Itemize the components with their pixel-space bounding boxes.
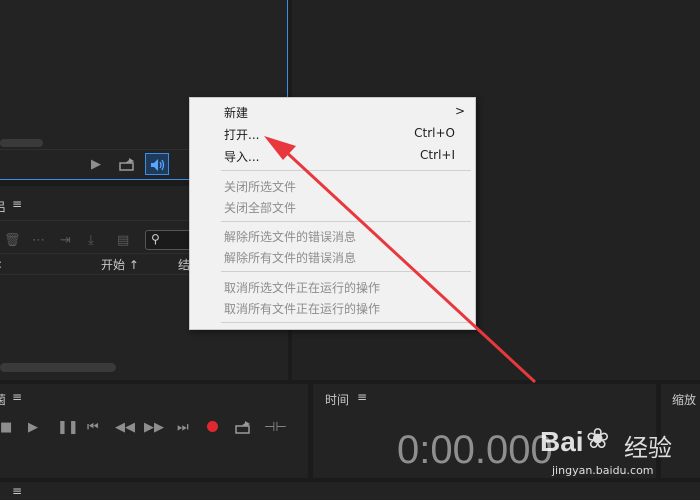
menu-item-dismiss-selected-errors[interactable]: 解除所选文件的错误消息 — [224, 228, 356, 245]
server-icon[interactable]: ▤ — [117, 234, 129, 247]
bottom-menu-icon[interactable]: ≡ — [12, 484, 22, 498]
step-forward-icon[interactable]: ⏭ — [177, 421, 189, 434]
download-icon[interactable]: ⤓ — [88, 234, 94, 247]
paw-icon: ❀ — [586, 422, 610, 455]
menu-separator — [221, 221, 471, 222]
watermark-brand: Bai — [540, 426, 584, 457]
step-back-icon[interactable]: ⏮ — [87, 421, 99, 434]
sort-up-icon: ↑ — [128, 258, 139, 272]
audio-button[interactable] — [145, 153, 169, 175]
submenu-arrow-icon: > — [454, 104, 465, 118]
menu-separator — [221, 271, 471, 272]
export-icon[interactable] — [119, 157, 135, 174]
search-icon: ⚲ — [151, 232, 160, 246]
time-menu-icon[interactable]: ≡ — [357, 390, 367, 404]
play-icon[interactable]: ▶ — [91, 158, 101, 171]
context-menu: 新建 > 打开... Ctrl+O 导入... Ctrl+I 关闭所选文件 关闭… — [189, 97, 476, 330]
queue-title: 吕 — [0, 200, 7, 214]
transport-title: 菌 — [0, 393, 7, 407]
bottom-panel: ≡ — [0, 482, 700, 500]
transport-panel: 菌 ≡ ■ ▶ ❚❚ ⏮ ◀◀ ▶▶ ⏭ ⊣⊢ — [0, 384, 308, 478]
record-button[interactable] — [207, 421, 218, 432]
column-left: : — [0, 257, 2, 271]
watermark-cn: 经验 — [624, 434, 672, 462]
menu-item-dismiss-all-errors[interactable]: 解除所有文件的错误消息 — [224, 249, 356, 266]
audio-icon — [150, 157, 166, 176]
time-title: 时间 — [325, 393, 350, 407]
watermark-url: jingyan.baidu.com — [552, 464, 654, 477]
fast-forward-icon[interactable]: ▶▶ — [144, 421, 164, 434]
trash-icon[interactable]: 🗑 — [4, 234, 21, 247]
pause-icon[interactable]: ❚❚ — [57, 421, 79, 434]
shortcut-open: Ctrl+O — [414, 126, 455, 140]
transport-menu-icon[interactable]: ≡ — [12, 390, 22, 404]
menu-separator — [221, 170, 471, 171]
menu-separator — [221, 322, 471, 323]
rewind-icon[interactable]: ◀◀ — [115, 421, 135, 434]
menu-item-import[interactable]: 导入... — [224, 148, 259, 165]
split-icon[interactable]: ⊣⊢ — [264, 421, 287, 434]
queue-scrollbar[interactable] — [0, 363, 116, 372]
watermark: Bai ❀ 经验 jingyan.baidu.com — [540, 422, 700, 482]
queue-menu-icon[interactable]: ≡ — [12, 197, 22, 211]
menu-item-close-all[interactable]: 关闭全部文件 — [224, 199, 296, 216]
menu-item-cancel-all-ops[interactable]: 取消所有文件正在运行的操作 — [224, 300, 380, 317]
menu-item-open[interactable]: 打开... — [224, 126, 259, 143]
timecode-display: 0:00.000 — [397, 428, 553, 472]
play-icon[interactable]: ▶ — [28, 421, 38, 434]
shortcut-import: Ctrl+I — [420, 148, 455, 162]
export-icon[interactable] — [235, 420, 251, 437]
menu-item-close-selected[interactable]: 关闭所选文件 — [224, 178, 296, 195]
stop-icon[interactable]: ■ — [0, 421, 12, 434]
menu-item-new[interactable]: 新建 — [224, 104, 248, 121]
add-queue-icon[interactable]: ⋯ — [32, 234, 45, 247]
column-start[interactable]: 开始 ↑ — [101, 256, 139, 273]
preview-scrollbar[interactable] — [0, 139, 43, 147]
zoom-title: 缩放 — [672, 393, 697, 407]
import-icon[interactable]: ⇥ — [60, 234, 71, 247]
menu-item-cancel-selected-ops[interactable]: 取消所选文件正在运行的操作 — [224, 279, 380, 296]
